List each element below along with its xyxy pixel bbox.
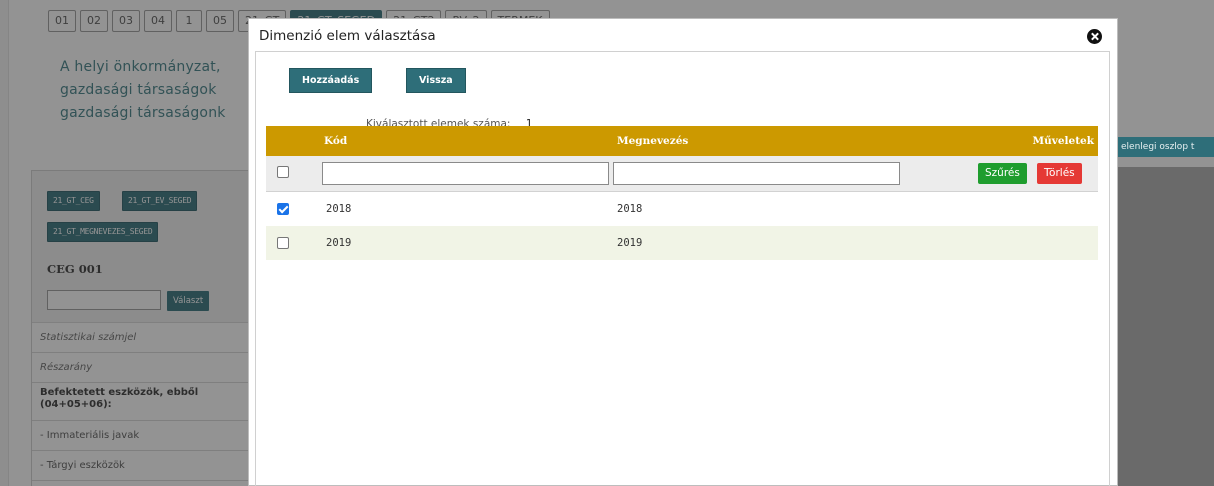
close-icon[interactable] (1087, 29, 1102, 44)
clear-button[interactable]: Törlés (1037, 163, 1082, 184)
column-header-actions: Műveletek (1032, 135, 1094, 147)
right-dark-area (1117, 167, 1214, 486)
row-name: 2019 (617, 237, 643, 249)
filter-row: Szűrés Törlés (266, 156, 1098, 192)
row-code: 2018 (326, 203, 352, 215)
row-name: 2018 (617, 203, 643, 215)
dialog-title: Dimenzió elem választása (259, 28, 436, 44)
dimension-elements-table: Kód Megnevezés Műveletek Szűrés Törlés 2… (266, 126, 1098, 260)
add-button[interactable]: Hozzáadás (289, 68, 373, 93)
dialog-header: Dimenzió elem választása (249, 19, 1117, 51)
current-column-chip[interactable]: elenlegi oszlop t (1117, 137, 1214, 157)
column-header-name[interactable]: Megnevezés (617, 126, 688, 156)
dimension-element-dialog: Dimenzió elem választása Hozzáadás Vissz… (248, 18, 1118, 486)
name-filter-input[interactable] (613, 162, 900, 185)
column-header-code[interactable]: Kód (324, 126, 347, 156)
code-filter-input[interactable] (322, 162, 609, 185)
row-checkbox[interactable] (277, 203, 289, 215)
table-row[interactable]: 2018 2018 (266, 192, 1098, 226)
select-all-checkbox[interactable] (277, 166, 289, 178)
dialog-body: Hozzáadás Vissza Kiválasztott elemek szá… (255, 51, 1110, 486)
row-code: 2019 (326, 237, 352, 249)
row-checkbox[interactable] (277, 237, 289, 249)
filter-button[interactable]: Szűrés (978, 163, 1027, 184)
back-button[interactable]: Vissza (406, 68, 466, 93)
table-row[interactable]: 2019 2019 (266, 226, 1098, 260)
table-header: Kód Megnevezés Műveletek (266, 126, 1098, 156)
